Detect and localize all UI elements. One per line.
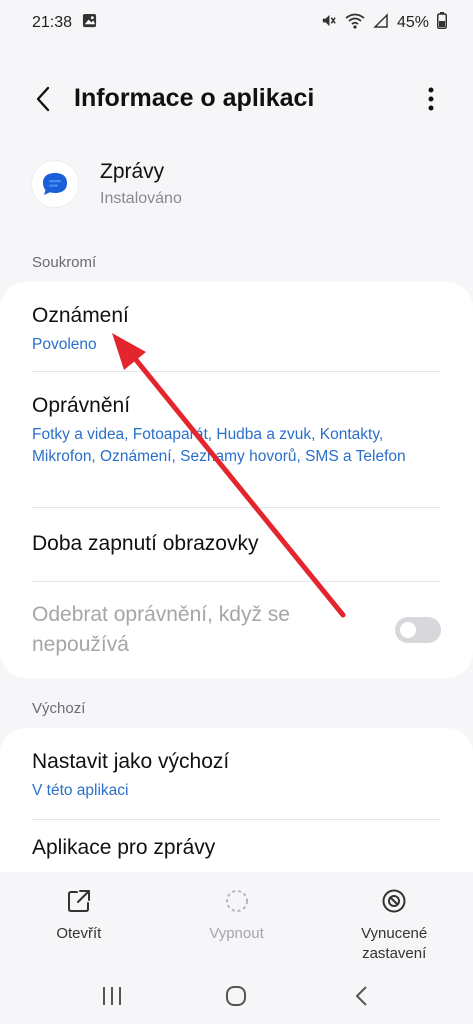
disable-circle-icon xyxy=(222,886,252,916)
row-title: Doba zapnutí obrazovky xyxy=(32,532,259,555)
section-label-default: Výchozí xyxy=(32,700,86,717)
chevron-left-icon xyxy=(36,86,50,112)
row-title: Nastavit jako výchozí xyxy=(32,750,230,773)
row-title: Odebrat oprávnění, když se nepoužívá xyxy=(32,603,290,656)
home-icon xyxy=(226,986,247,1006)
row-subtitle: Povoleno xyxy=(32,336,97,353)
wifi-icon xyxy=(345,13,365,34)
row-title: Aplikace pro zprávy xyxy=(32,836,216,859)
gallery-icon xyxy=(82,13,97,33)
open-button[interactable]: Otevřít xyxy=(0,872,158,968)
home-button[interactable] xyxy=(216,976,256,1016)
row-notifications[interactable]: Oznámení Povoleno xyxy=(0,282,473,372)
back-nav-icon xyxy=(355,986,367,1006)
row-subtitle: Fotky a videa, Fotoaparát, Hudba a zvuk,… xyxy=(32,426,406,465)
mute-icon xyxy=(320,12,337,34)
row-title: Oznámení xyxy=(32,304,129,327)
row-permissions[interactable]: Oprávnění Fotky a videa, Fotoaparát, Hud… xyxy=(0,372,473,508)
default-card: Nastavit jako výchozí V této aplikaci Ap… xyxy=(0,728,473,878)
row-remove-permissions: Odebrat oprávnění, když se nepoužívá xyxy=(0,582,473,678)
back-button[interactable] xyxy=(26,82,60,116)
disable-label: Vypnout xyxy=(209,925,264,942)
privacy-card: Oznámení Povoleno Oprávnění Fotky a vide… xyxy=(0,282,473,678)
force-stop-label: Vynucené zastavení xyxy=(361,925,428,962)
force-stop-icon xyxy=(379,886,409,916)
status-time: 21:38 xyxy=(32,14,73,31)
app-install-status: Instalováno xyxy=(100,190,182,207)
force-stop-button[interactable]: Vynucené zastavení xyxy=(315,872,473,968)
open-external-icon xyxy=(64,886,94,916)
row-subtitle: V této aplikaci xyxy=(32,782,129,799)
app-bar: Informace o aplikaci xyxy=(0,70,473,130)
app-name: Zprávy xyxy=(100,160,165,183)
status-bar: 21:38 45% xyxy=(0,0,473,46)
app-header: Zprávy Instalováno xyxy=(32,160,182,208)
row-title: Oprávnění xyxy=(32,394,131,417)
section-label-privacy: Soukromí xyxy=(32,254,97,271)
row-screen-time[interactable]: Doba zapnutí obrazovky xyxy=(0,508,473,582)
open-label: Otevřít xyxy=(56,925,102,942)
recent-apps-button[interactable] xyxy=(92,976,132,1016)
messages-bubble-icon xyxy=(32,161,78,207)
bottom-action-bar: Otevřít Vypnout Vynucené zastavení xyxy=(0,872,473,968)
row-messaging-app[interactable]: Aplikace pro zprávy xyxy=(0,820,473,878)
more-vertical-icon xyxy=(428,87,434,111)
disable-button: Vypnout xyxy=(158,872,316,968)
signal-icon xyxy=(373,12,389,34)
system-nav-bar xyxy=(0,968,473,1024)
page-title: Informace o aplikaci xyxy=(74,84,315,112)
remove-permissions-toggle xyxy=(395,617,441,643)
battery-percent: 45% xyxy=(396,14,429,31)
more-options-button[interactable] xyxy=(417,82,445,116)
recent-apps-icon xyxy=(103,987,122,1005)
battery-icon xyxy=(437,12,447,34)
back-nav-button[interactable] xyxy=(341,976,381,1016)
row-set-default[interactable]: Nastavit jako výchozí V této aplikaci xyxy=(0,728,473,820)
